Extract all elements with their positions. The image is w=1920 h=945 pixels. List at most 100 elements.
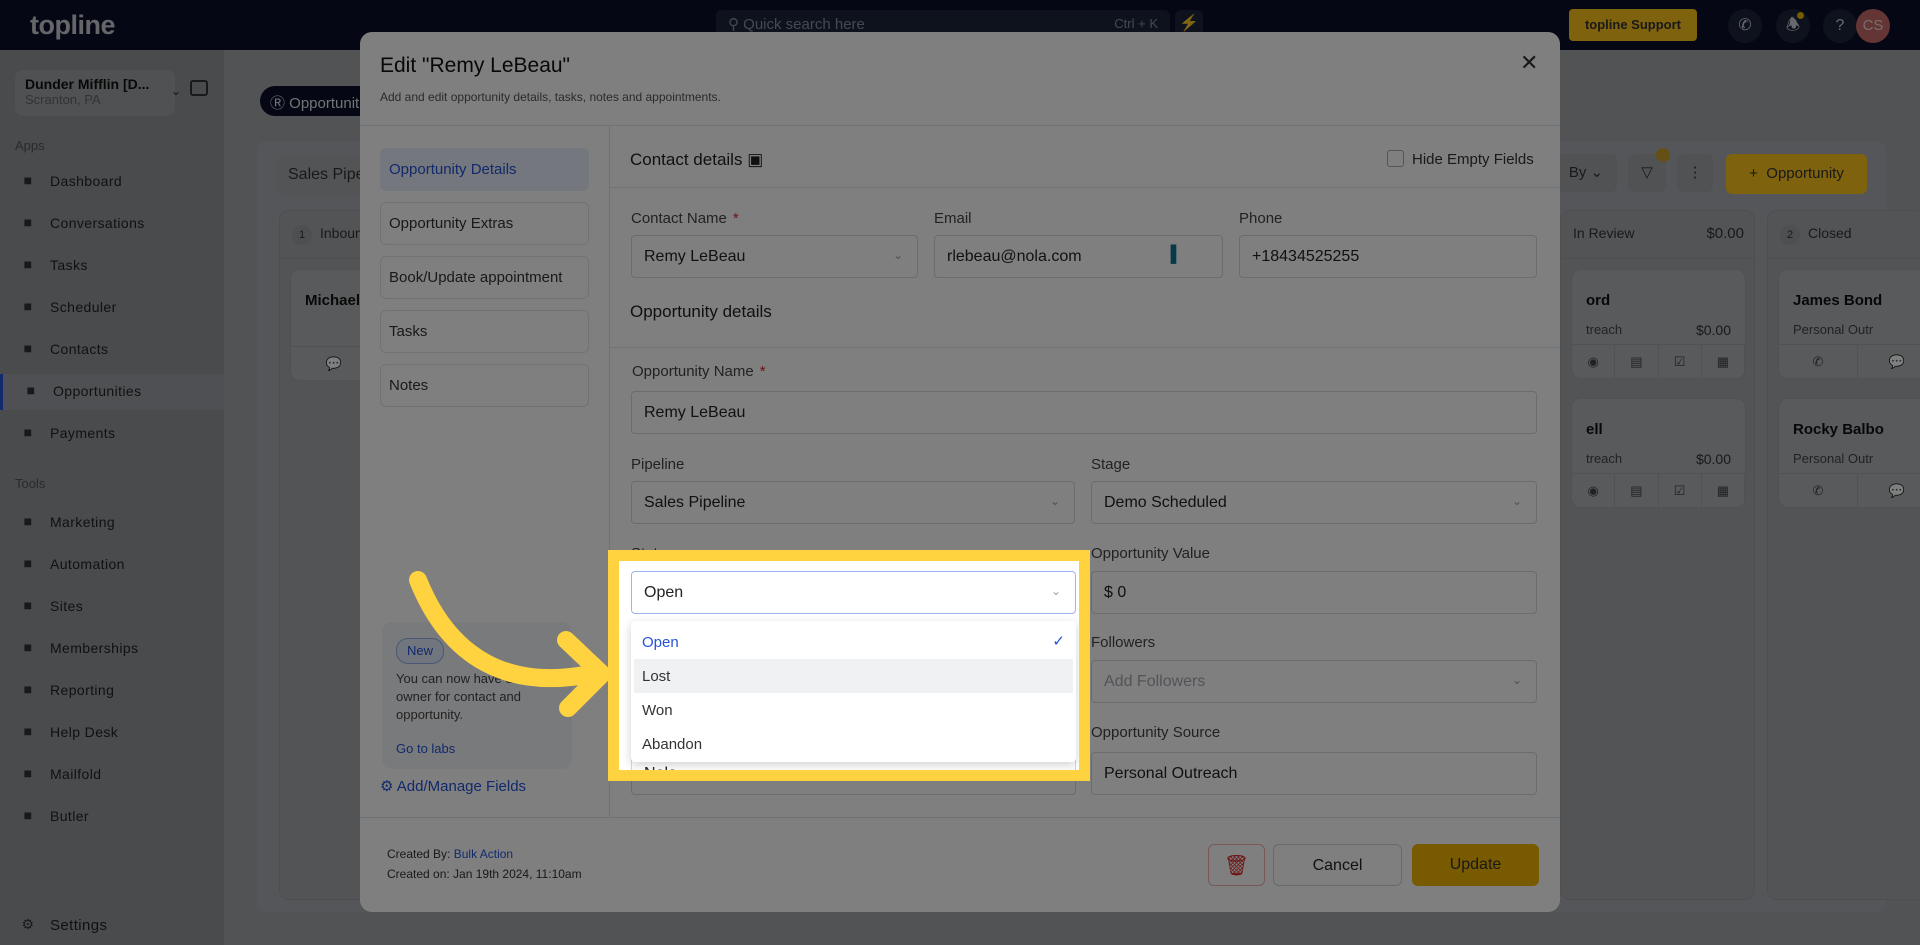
opportunity-card[interactable]: ell treach $0.00 ◉ ▤ ☑ ▦ <box>1571 398 1746 508</box>
sidebar-item-mailfold[interactable]: ■ Mailfold <box>0 757 224 793</box>
card-icon: ■ <box>23 424 33 440</box>
opportunity-card[interactable]: ord treach $0.00 ◉ ▤ ☑ ▦ <box>1571 269 1746 379</box>
card-name: Rocky Balbo <box>1793 421 1884 438</box>
sidebar-item-contacts[interactable]: ■ Contacts <box>0 332 224 368</box>
sidebar-item-opportunities[interactable]: ■ Opportunities <box>0 374 224 410</box>
sidebar-item-automation[interactable]: ■ Automation <box>0 547 224 583</box>
task-icon[interactable]: ☑ <box>1659 345 1702 378</box>
modal-subtitle: Add and edit opportunity details, tasks,… <box>380 90 721 104</box>
email-label: Email <box>934 210 972 227</box>
divider <box>610 347 1560 348</box>
add-opportunity-button[interactable]: + Opportunity <box>1726 154 1867 194</box>
stage-label: Stage <box>1091 456 1131 473</box>
chat-icon[interactable]: 💬 <box>1858 345 1920 378</box>
sidebar-item-conversations[interactable]: ■ Conversations <box>0 206 224 242</box>
calendar-icon: ■ <box>23 298 33 314</box>
divider <box>360 817 1560 818</box>
opportunity-source-field[interactable]: Personal Outreach <box>1091 752 1537 795</box>
sidebar-item-butler[interactable]: ■ Butler <box>0 799 224 835</box>
phone-field[interactable]: +18434525255 <box>1239 235 1537 278</box>
modal-nav-notes[interactable]: Notes <box>380 364 589 407</box>
phone-icon[interactable]: ✆ <box>1728 9 1762 43</box>
column-name: Closed <box>1808 225 1852 241</box>
opportunity-card[interactable]: James Bond Personal Outr ✆ 💬 <box>1778 269 1920 379</box>
card-source: Personal Outr <box>1793 322 1874 337</box>
sidebar-item-dashboard[interactable]: ■ Dashboard <box>0 164 224 200</box>
sidebar-item-label: Help Desk <box>50 724 119 740</box>
calendar-icon[interactable]: ▦ <box>1702 345 1745 378</box>
close-icon[interactable]: ✕ <box>1520 50 1538 76</box>
modal-nav-tasks[interactable]: Tasks <box>380 310 589 353</box>
phone-icon[interactable]: ✆ <box>1779 474 1858 507</box>
chevron-down-icon: ⌄ <box>1050 584 1061 598</box>
stage-select[interactable]: Demo Scheduled ⌄ <box>1091 481 1537 524</box>
note-icon[interactable]: ▤ <box>1615 474 1659 507</box>
help-icon[interactable]: ? <box>1823 9 1857 43</box>
contact-name-select[interactable]: Remy LeBeau ⌄ <box>631 235 918 278</box>
created-by: Created By: Bulk Action <box>387 847 514 861</box>
sidebar-item-memberships[interactable]: ■ Memberships <box>0 631 224 667</box>
cancel-button[interactable]: Cancel <box>1273 844 1402 886</box>
sidebar-item-label: Mailfold <box>50 766 102 782</box>
sidebar-item-tasks[interactable]: ■ Tasks <box>0 248 224 284</box>
sidebar-item-sites[interactable]: ■ Sites <box>0 589 224 625</box>
status-option-open[interactable]: Open ✓ <box>634 625 1073 659</box>
email-field[interactable]: rlebeau@nola.com ▌ <box>934 235 1223 278</box>
sidebar-item-payments[interactable]: ■ Payments <box>0 416 224 452</box>
filter-icon[interactable]: ▽ <box>1628 148 1670 192</box>
delete-button[interactable]: 🗑 <box>1208 844 1265 886</box>
opportunity-section-title: Opportunity details <box>630 302 772 321</box>
opportunity-name-label: Opportunity Name * <box>632 363 766 380</box>
modal-nav-opportunity-details[interactable]: Opportunity Details <box>380 148 589 191</box>
chevron-down-icon: ⌄ <box>892 248 903 262</box>
company-switcher[interactable]: Dunder Mifflin [D... Scranton, PA ⌄ <box>15 70 181 116</box>
status-select[interactable]: Open ⌄ <box>631 571 1076 614</box>
created-by-link[interactable]: Bulk Action <box>454 847 513 861</box>
tag-icon[interactable]: ◉ <box>1572 474 1616 507</box>
sidebar-item-reporting[interactable]: ■ Reporting <box>0 673 224 709</box>
sidebar-item-scheduler[interactable]: ■ Scheduler <box>0 290 224 326</box>
chat-icon[interactable]: 💬 <box>1858 474 1920 507</box>
opportunity-value-field[interactable]: $ 0 <box>1091 571 1537 614</box>
task-icon[interactable]: ☑ <box>1659 474 1702 507</box>
hide-empty-fields-checkbox[interactable]: Hide Empty Fields <box>1387 150 1534 168</box>
add-opportunity-label: Opportunity <box>1766 165 1844 182</box>
avatar[interactable]: CS <box>1856 9 1890 43</box>
card-name: ell <box>1586 421 1603 438</box>
status-option-won[interactable]: Won <box>634 693 1073 727</box>
extension-icon[interactable]: ▌ <box>1171 246 1182 264</box>
calendar-icon[interactable]: ▦ <box>1702 474 1745 507</box>
gears-icon: ■ <box>23 555 33 571</box>
followers-select[interactable]: Add Followers ⌄ <box>1091 660 1537 703</box>
go-to-labs-link[interactable]: Go to labs <box>396 740 558 758</box>
tag-icon[interactable]: ◉ <box>1572 345 1616 378</box>
modal-nav-book-update-appointment[interactable]: Book/Update appointment <box>380 256 589 299</box>
status-option-abandon[interactable]: Abandon <box>634 727 1073 761</box>
sidebar-item-help-desk[interactable]: ■ Help Desk <box>0 715 224 751</box>
note-icon[interactable]: ▤ <box>1615 345 1659 378</box>
more-icon[interactable]: ⋮ <box>1677 154 1713 192</box>
manage-fields-link[interactable]: ⚙ Add/Manage Fields <box>380 777 526 795</box>
sidebar-item-label: Automation <box>50 556 125 572</box>
modal-nav-opportunity-extras[interactable]: Opportunity Extras <box>380 202 589 245</box>
divider <box>610 187 1560 188</box>
contact-card-icon: ▣ <box>747 150 764 169</box>
update-button[interactable]: Update <box>1412 844 1539 886</box>
pipeline-select[interactable]: Sales Pipeline ⌄ <box>631 481 1075 524</box>
sidebar-item-settings[interactable]: ⚙ Settings <box>0 908 224 944</box>
status-option-lost[interactable]: Lost <box>634 659 1073 693</box>
gear-icon: ⚙ <box>21 916 35 932</box>
sidebar-item-marketing[interactable]: ■ Marketing <box>0 505 224 541</box>
chevron-down-icon: ⌄ <box>1049 494 1060 508</box>
opportunity-name-field[interactable]: Remy LeBeau <box>631 391 1537 434</box>
support-button[interactable]: topline Support <box>1569 9 1697 41</box>
bell-icon[interactable]: 🕭 <box>1776 9 1810 43</box>
checkbox[interactable] <box>1387 150 1404 167</box>
phone-icon[interactable]: ✆ <box>1779 345 1858 378</box>
chevron-down-icon: ⌄ <box>1511 673 1522 687</box>
sort-button[interactable]: By ⌄ <box>1555 154 1617 192</box>
logo[interactable]: topline <box>30 10 116 41</box>
opportunity-card[interactable]: Rocky Balbo Personal Outr ✆ 💬 <box>1778 398 1920 508</box>
sidebar-toggle-icon[interactable] <box>190 80 208 96</box>
card-value: $0.00 <box>1695 322 1731 338</box>
